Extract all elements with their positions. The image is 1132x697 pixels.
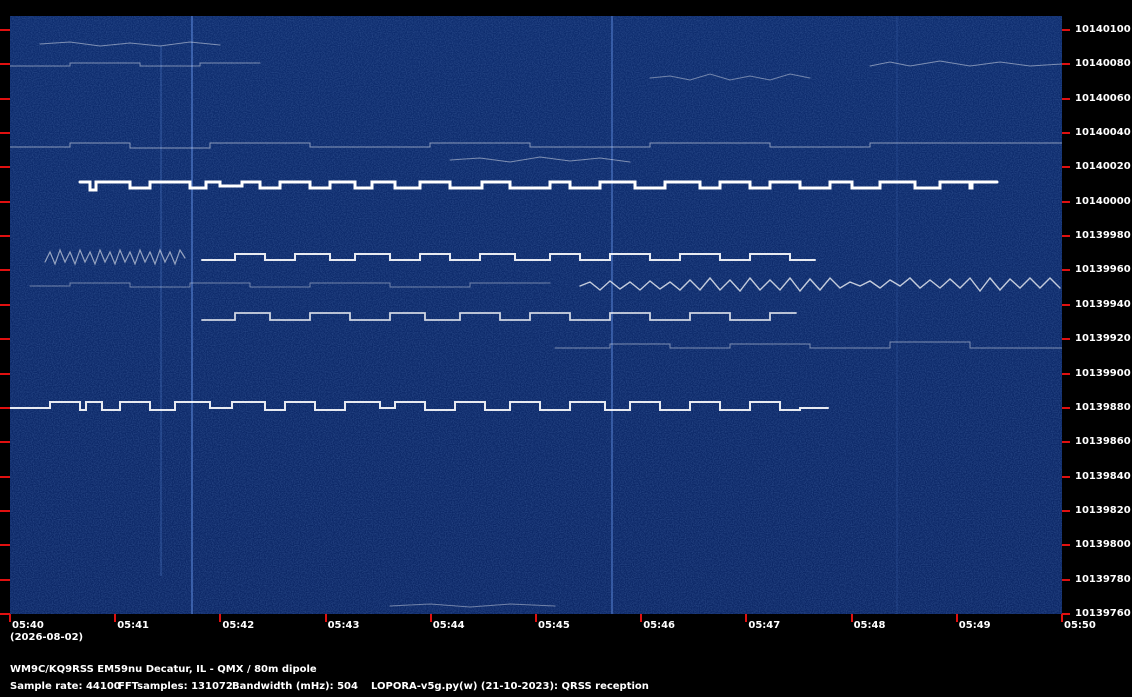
x-tick: [535, 614, 537, 622]
frequency-label: 10140000: [1075, 195, 1131, 207]
frequency-label: 10139980: [1075, 230, 1131, 242]
x-tick: [1061, 614, 1063, 622]
y-tick-right: [1062, 612, 1070, 615]
y-tick-right: [1062, 303, 1070, 306]
y-tick-right: [1062, 509, 1070, 512]
station-info: WM9C/KQ9RSS EM59nu Decatur, IL - QMX / 8…: [10, 664, 317, 675]
frequency-label: 10140040: [1075, 127, 1131, 139]
y-tick-left: [0, 578, 10, 581]
time-label: 05:43: [327, 620, 360, 631]
bandwidth: Bandwidth (mHz): 504: [232, 681, 358, 692]
y-tick-right: [1062, 200, 1070, 203]
frequency-label: 10140020: [1075, 161, 1131, 173]
x-tick: [219, 614, 222, 622]
frequency-label: 10139860: [1075, 436, 1131, 448]
y-tick-left: [0, 97, 10, 100]
y-tick-right: [1062, 235, 1070, 238]
frequency-label: 10139840: [1075, 470, 1131, 482]
sample-rate: Sample rate: 44100: [10, 681, 121, 692]
time-label: 05:45: [538, 620, 570, 631]
time-label: 05:46: [643, 620, 676, 631]
x-tick: [114, 614, 117, 622]
y-tick-right: [1062, 406, 1070, 409]
y-tick-right: [1062, 338, 1070, 341]
time-label: 05:50: [1064, 620, 1096, 631]
frequency-label: 10139780: [1075, 573, 1131, 585]
x-tick: [850, 614, 853, 622]
waterfall-noise: [10, 16, 1062, 614]
date-label: (2026-08-02): [10, 632, 84, 643]
fft-samples: FFTsamples: 131072: [118, 681, 233, 692]
x-tick: [955, 614, 958, 622]
y-tick-right: [1062, 166, 1070, 169]
frequency-label: 10139960: [1075, 264, 1131, 276]
y-tick-left: [0, 441, 10, 444]
x-tick: [9, 614, 11, 622]
time-label: 05:42: [222, 620, 255, 631]
frequency-label: 10140100: [1075, 24, 1131, 35]
time-label: 05:49: [958, 620, 991, 631]
y-tick-right: [1062, 475, 1070, 478]
y-tick-left: [0, 338, 10, 341]
time-label: 05:47: [748, 620, 781, 631]
frequency-label: 10139820: [1075, 504, 1131, 516]
time-label: 05:48: [853, 620, 886, 631]
y-tick-right: [1062, 97, 1070, 100]
frequency-label: 10139940: [1075, 298, 1131, 310]
y-tick-right: [1062, 269, 1070, 272]
y-tick-right: [1062, 132, 1070, 135]
y-tick-right: [1062, 544, 1070, 547]
y-tick-left: [0, 166, 10, 169]
y-tick-left: [0, 475, 10, 478]
x-tick: [429, 614, 432, 622]
y-tick-right: [1062, 578, 1070, 581]
x-tick: [640, 614, 643, 622]
spectrogram-waterfall: [10, 16, 1062, 614]
y-tick-right: [1062, 441, 1070, 444]
waterfall-display: [10, 16, 1062, 614]
y-tick-left: [0, 303, 10, 306]
y-tick-left: [0, 269, 10, 272]
y-tick-left: [0, 544, 10, 547]
y-tick-right: [1062, 63, 1070, 66]
y-tick-right: [1062, 372, 1070, 375]
time-label: 05:41: [117, 620, 150, 631]
x-tick: [745, 614, 748, 622]
x-tick: [324, 614, 327, 622]
time-label: 05:44: [432, 620, 465, 631]
frequency-label: 10139880: [1075, 401, 1131, 413]
y-tick-left: [0, 200, 10, 203]
y-tick-left: [0, 132, 10, 135]
y-tick-left: [0, 509, 10, 512]
y-tick-left: [0, 235, 10, 238]
y-tick-right: [1062, 29, 1070, 31]
y-tick-left: [0, 29, 10, 31]
frequency-label: 10139920: [1075, 333, 1131, 345]
time-label: 05:40: [12, 620, 44, 631]
frequency-label: 10140060: [1075, 92, 1131, 104]
y-tick-left: [0, 63, 10, 66]
y-tick-left: [0, 406, 10, 409]
frequency-label: 10140080: [1075, 58, 1131, 70]
y-tick-left: [0, 372, 10, 375]
software-info: LOPORA-v5g.py(w) (21-10-2023): QRSS rece…: [371, 681, 649, 692]
frequency-label: 10139900: [1075, 367, 1131, 379]
frequency-label: 10139760: [1075, 607, 1131, 619]
frequency-label: 10139800: [1075, 539, 1131, 551]
